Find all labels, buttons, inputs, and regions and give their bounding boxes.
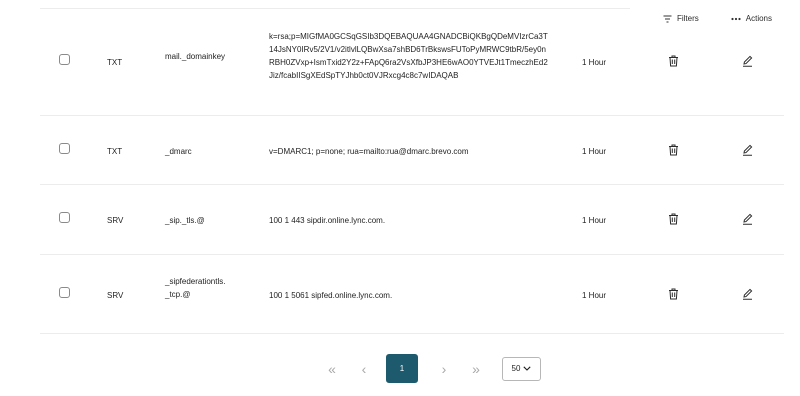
record-ttl: 1 Hour [582, 291, 607, 300]
record-name: _dmarc [165, 147, 192, 156]
record-value: 100 1 443 sipdir.online.lync.com. [269, 216, 386, 225]
trash-icon[interactable] [668, 55, 679, 67]
record-type: SRV [107, 216, 124, 225]
record-ttl: 1 Hour [582, 216, 607, 225]
row-select-checkbox[interactable] [59, 143, 70, 154]
pencil-icon[interactable] [742, 55, 753, 67]
record-type: SRV [107, 291, 124, 300]
record-name: mail._domainkey [165, 52, 226, 61]
record-type: TXT [107, 147, 123, 156]
record-name: _sip._tls.@ [165, 216, 205, 225]
pencil-icon[interactable] [742, 144, 753, 156]
record-value: 100 1 5061 sipfed.online.lync.com. [269, 291, 393, 300]
trash-icon[interactable] [668, 213, 679, 225]
table-row: SRV _sipfederationtls._tcp.@ 100 1 5061 … [40, 255, 784, 334]
pagination: « ‹ 1 › » 50 [316, 354, 541, 383]
header-divider [40, 8, 630, 9]
record-ttl: 1 Hour [582, 58, 607, 67]
page-size-value: 50 [511, 364, 521, 373]
trash-icon[interactable] [668, 144, 679, 156]
table-row: SRV _sip._tls.@ 100 1 443 sipdir.online.… [40, 185, 784, 255]
chevron-down-icon [523, 366, 532, 371]
last-page-button[interactable]: » [460, 354, 492, 383]
first-page-button[interactable]: « [316, 354, 348, 383]
row-select-checkbox[interactable] [59, 212, 70, 223]
previous-page-button[interactable]: ‹ [348, 354, 380, 383]
table-row: TXT _dmarc v=DMARC1; p=none; rua=mailto:… [40, 116, 784, 185]
record-name: _sipfederationtls._tcp.@ [165, 277, 226, 299]
page-size-select[interactable]: 50 [502, 356, 541, 381]
pencil-icon[interactable] [742, 213, 753, 225]
current-page-button[interactable]: 1 [386, 354, 418, 383]
record-value: k=rsa;p=MIGfMA0GCSqGSIb3DQEBAQUAA4GNADCB… [269, 32, 548, 80]
row-select-checkbox[interactable] [59, 287, 70, 298]
record-type: TXT [107, 58, 123, 67]
record-ttl: 1 Hour [582, 147, 607, 156]
trash-icon[interactable] [668, 288, 679, 300]
row-select-checkbox[interactable] [59, 54, 70, 65]
table-row: TXT mail._domainkey k=rsa;p=MIGfMA0GCSqG… [40, 10, 784, 116]
record-value: v=DMARC1; p=none; rua=mailto:rua@dmarc.b… [269, 147, 469, 156]
next-page-button[interactable]: › [428, 354, 460, 383]
pencil-icon[interactable] [742, 288, 753, 300]
